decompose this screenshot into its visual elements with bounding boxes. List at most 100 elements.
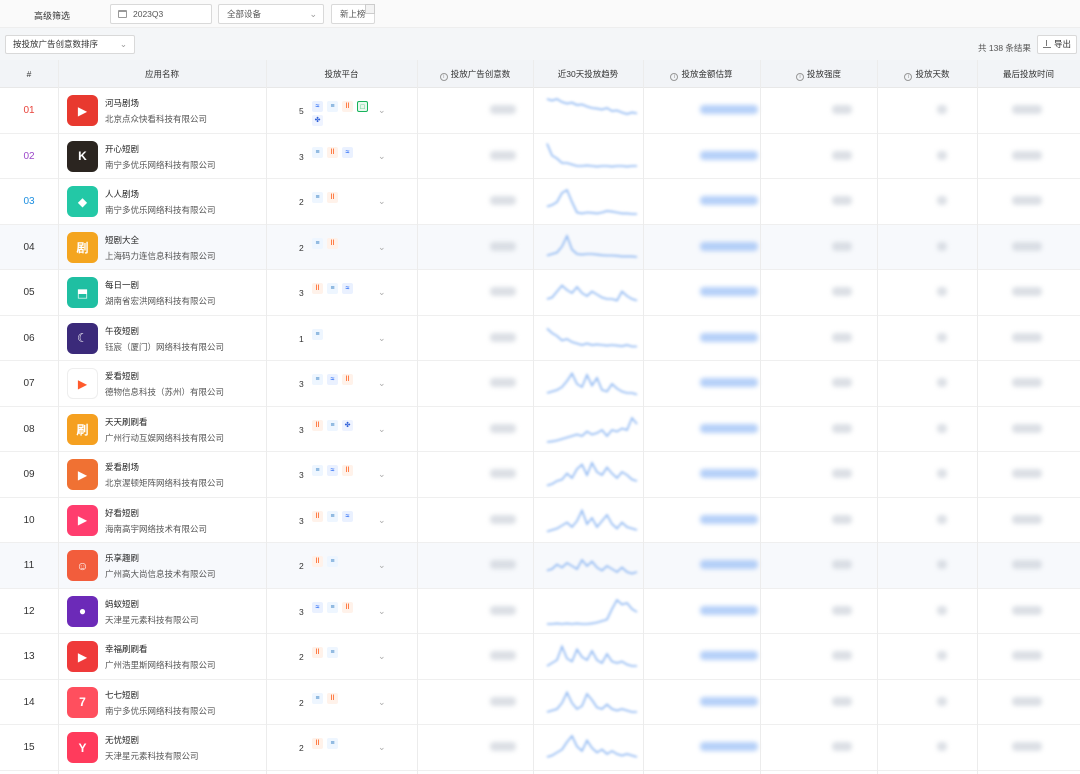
app-name[interactable]: 幸福刷刷看: [105, 643, 148, 655]
expand-platforms-icon[interactable]: ⌄: [378, 515, 386, 526]
app-name[interactable]: 人人剧场: [105, 188, 139, 200]
play-icon[interactable]: ▶: [67, 459, 98, 490]
obscured-value: [700, 696, 758, 706]
expand-platforms-icon[interactable]: ⌄: [378, 151, 386, 162]
obscured-value: [700, 605, 758, 615]
app-name[interactable]: 开心短剧: [105, 143, 139, 155]
col-intensity[interactable]: i 投放强度: [760, 60, 877, 88]
brush-icon[interactable]: 刷: [67, 413, 98, 445]
table-row[interactable]: 07 ▶ 爱看短剧 德物信息科技（苏州）有限公司 3 ≡ ≈ ǀǀ ⌄: [0, 361, 1080, 407]
expand-platforms-icon[interactable]: ⌄: [378, 651, 386, 662]
ticket-icon[interactable]: ◆: [67, 186, 98, 217]
table-row[interactable]: 10 ▶ 好看短剧 海南高宇网络技术有限公司 3 ǀǀ ≡ ≈ ⌄: [0, 498, 1080, 543]
col-trend[interactable]: 近30天投放趋势: [533, 60, 643, 88]
app-name[interactable]: 河马剧场: [105, 97, 139, 109]
table-row[interactable]: 08 刷天天刷刷看 广州行动互娱网络科技有限公司 3 ǀǀ ≡ ✤ ⌄: [0, 407, 1080, 452]
trend-sparkline: [546, 415, 638, 443]
table-row[interactable]: 12 ● 蚂蚁短剧 天津星元素科技有限公司 3 ≈ ≡ ǀǀ ⌄: [0, 589, 1080, 634]
sort-value: 按投放广告创意数排序: [13, 39, 99, 49]
moon-icon[interactable]: ☾: [67, 322, 98, 354]
app-name[interactable]: 每日一剧: [105, 279, 139, 291]
table-row[interactable]: 14 7 七七短剧 南宁多优乐网络科技有限公司 2 ≡ ǀǀ ⌄: [0, 680, 1080, 725]
app-name[interactable]: 七七短剧: [105, 689, 139, 701]
obscured-value: [937, 287, 947, 296]
expand-platforms-icon[interactable]: ⌄: [378, 287, 386, 298]
app-name[interactable]: 无忧短剧: [105, 734, 139, 746]
k-logo-icon[interactable]: K: [67, 140, 98, 172]
play-icon[interactable]: ▶: [67, 641, 98, 672]
app-name[interactable]: 短剧大全: [105, 234, 139, 246]
table-row[interactable]: 06 ☾ 午夜短剧 钰宸（厦门）网络科技有限公司 1 ≡ ⌄: [0, 316, 1080, 361]
expand-platforms-icon[interactable]: ⌄: [378, 378, 386, 389]
col-amount[interactable]: i 投放金额估算: [643, 60, 760, 88]
expand-platforms-icon[interactable]: ⌄: [378, 560, 386, 571]
rank-number: 13: [23, 651, 35, 662]
film-icon[interactable]: 剧: [67, 231, 98, 263]
obscured-value: [490, 196, 516, 205]
table-row[interactable]: 03 ◆ 人人剧场 南宁多优乐网络科技有限公司 2 ≡ ǀǀ ⌄: [0, 179, 1080, 225]
rank-number: 15: [23, 742, 35, 753]
table-row[interactable]: 13 ▶ 幸福刷刷看 广州浩里斯网络科技有限公司 2 ǀǀ ≡ ⌄: [0, 634, 1080, 680]
yoyo-icon[interactable]: Y: [67, 732, 98, 763]
expand-platforms-icon[interactable]: ⌄: [378, 196, 386, 207]
table-row[interactable]: 05 ⬒ 每日一剧 湖南省宏洪网络科技有限公司 3 ǀǀ ≡ ≈ ⌄: [0, 270, 1080, 316]
camera-icon[interactable]: ▶: [67, 368, 98, 399]
rank-number: 10: [23, 514, 35, 526]
tv-icon[interactable]: ⬒: [67, 277, 98, 308]
col-platform[interactable]: 投放平台: [266, 60, 417, 88]
obscured-value: [937, 378, 947, 387]
seven-icon[interactable]: 7: [67, 686, 98, 718]
col-days[interactable]: i 投放天数: [877, 60, 977, 88]
obscured-value: [490, 742, 516, 751]
app-name[interactable]: 好看短剧: [105, 507, 139, 519]
expand-platforms-icon[interactable]: ⌄: [378, 697, 386, 708]
table-row[interactable]: 01 ▶ 河马剧场 北京点众快看科技有限公司 5 ≈ ≡ ǀǀ □ ✤ ⌄: [0, 88, 1080, 134]
obscured-value: [937, 560, 947, 569]
app-name[interactable]: 蚂蚁短剧: [105, 598, 139, 610]
expand-platforms-icon[interactable]: ⌄: [378, 242, 386, 253]
smile-icon[interactable]: ☺: [67, 550, 98, 581]
platform-count: 3: [299, 515, 304, 526]
bars-platform-icon: ǀǀ: [342, 601, 353, 613]
table-row[interactable]: 09 ▶ 爱看剧场 北京渥顿矩阵网络科技有限公司 3 ≡ ≈ ǀǀ ⌄: [0, 452, 1080, 498]
app-name[interactable]: 天天刷刷看: [105, 416, 148, 428]
expand-platforms-icon[interactable]: ⌄: [378, 606, 386, 617]
platform-icons: ≡ ǀǀ: [312, 237, 378, 249]
date-picker[interactable]: 2023Q3: [110, 4, 212, 24]
expand-platforms-icon[interactable]: ⌄: [378, 424, 386, 435]
expand-platforms-icon[interactable]: ⌄: [378, 105, 386, 116]
app-name[interactable]: 乐享趣刷: [105, 552, 139, 564]
download-icon: [1043, 40, 1051, 48]
expand-platforms-icon[interactable]: ⌄: [378, 469, 386, 480]
table-row[interactable]: 02 K 开心短剧 南宁多优乐网络科技有限公司 3 ≡ ǀǀ ≈ ⌄: [0, 134, 1080, 179]
sort-select[interactable]: 按投放广告创意数排序 ⌄: [5, 35, 135, 54]
app-name[interactable]: 午夜短剧: [105, 325, 139, 337]
play-triangle-icon[interactable]: ▶: [67, 95, 98, 126]
col-app[interactable]: 应用名称: [58, 60, 266, 88]
rank-number: 02: [23, 150, 35, 162]
play-icon[interactable]: ▶: [67, 504, 98, 536]
table-row[interactable]: 04 剧短剧大全 上海码力连信息科技有限公司 2 ≡ ǀǀ ⌄: [0, 224, 1080, 270]
table-row[interactable]: 15 Y 无忧短剧 天津星元素科技有限公司 2 ǀǀ ≡ ⌄: [0, 725, 1080, 771]
expand-platforms-icon[interactable]: ⌄: [378, 333, 386, 344]
app-name[interactable]: 爱看剧场: [105, 461, 139, 473]
expand-platforms-icon[interactable]: ⌄: [378, 742, 386, 753]
bars-platform-icon: ǀǀ: [312, 556, 323, 567]
col-last-date[interactable]: 最后投放时间: [977, 60, 1080, 88]
trend-sparkline: [546, 461, 638, 487]
device-select[interactable]: 全部设备 ⌄: [218, 4, 324, 24]
table-row[interactable]: 11 ☺ 乐享趣刷 广州高大尚信息技术有限公司 2 ǀǀ ≡ ⌄: [0, 543, 1080, 589]
obscured-value: [490, 605, 516, 615]
platform-icons: ≡ ǀǀ ≈: [312, 146, 378, 158]
chevron-down-icon: ⌄: [119, 39, 127, 49]
platform-icons: ǀǀ ≡: [312, 556, 378, 567]
trend-sparkline: [546, 507, 638, 532]
export-button[interactable]: 导出: [1037, 35, 1077, 54]
column-divider: [877, 60, 878, 774]
col-creatives[interactable]: i 投放广告创意数: [417, 60, 533, 88]
obscured-value: [832, 560, 852, 569]
column-divider: [760, 60, 761, 774]
app-name[interactable]: 爱看短剧: [105, 370, 139, 382]
ant-icon[interactable]: ●: [67, 595, 98, 627]
chart-type-select[interactable]: 新上榜: [331, 4, 375, 24]
